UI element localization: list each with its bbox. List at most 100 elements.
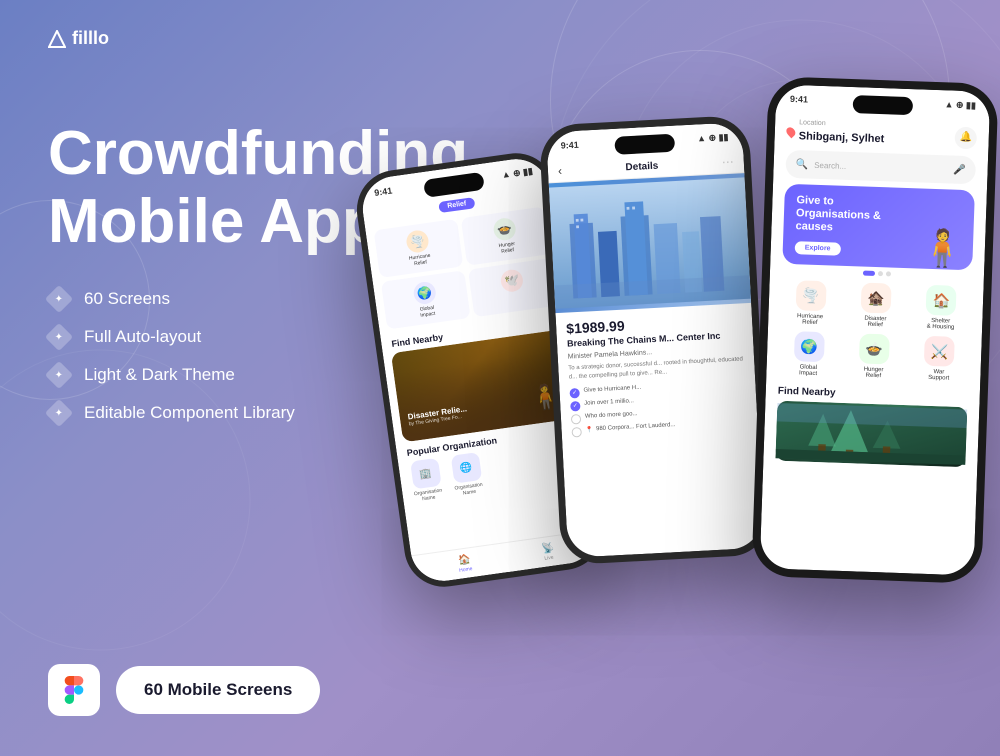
rp-cat-war: ⚔️ WarSupport — [909, 335, 970, 382]
status-time: 9:41 — [790, 94, 808, 105]
location-item: 📍 980 Corpora... Fort Lauderd... — [585, 422, 675, 434]
rp-cat-name-hurricane: HurricaneRelief — [797, 313, 823, 326]
org-item-1: 🏢 Organisation Name — [406, 457, 447, 503]
feature-label-autolayout: Full Auto-layout — [84, 327, 201, 347]
details-title: Details — [568, 157, 716, 176]
rp-cat-icon-global: 🌍 — [794, 331, 825, 362]
check-label-3: Who do more goo... — [585, 411, 638, 420]
phones-mockup-container: 9:41 ▲ ⊕ ▮▮ Relief 🌪️ HurricaneRelief 🍲 … — [360, 20, 1000, 740]
header-spacer: ⋯ — [721, 155, 734, 170]
cat-label-global: GlobalImpact — [419, 305, 436, 319]
back-button-icon[interactable]: ‹ — [558, 164, 563, 178]
cat-icon-hunger: 🍲 — [492, 217, 517, 242]
screens-count-label: 60 Mobile Screens — [144, 680, 292, 699]
location-text: 980 Corpora... Fort Lauderd... — [596, 422, 676, 432]
hero-svg — [549, 173, 752, 313]
org-name-1: Organisation Name — [410, 487, 446, 504]
search-bar[interactable]: 🔍 Search... 🎤 — [785, 150, 976, 185]
diamond-icon-4 — [45, 399, 73, 427]
campaign-description: To a strategic donor, successful d... ro… — [568, 355, 745, 382]
promo-banner: Give to Organisations & causes Explore 🧍 — [782, 184, 975, 271]
rp-cat-name-hunger: HungerRelief — [863, 367, 883, 380]
rp-cat-disaster: 🏚️ DisasterRelief — [845, 282, 906, 329]
phone-middle-content: $1989.99 Breaking The Chains M... Center… — [555, 303, 758, 446]
banner-title: Give to Organisations & causes — [795, 194, 896, 237]
diamond-icon-2 — [45, 323, 73, 351]
phone-right-nearby-image — [775, 401, 967, 468]
cat-icon-war: 🕊️ — [499, 268, 524, 293]
check-label-2: Join over 1 millio... — [584, 398, 634, 407]
phone-middle-hero-image — [549, 173, 752, 313]
brand-logo: filllo — [48, 28, 109, 49]
org-name-2: Organisation Name — [451, 481, 487, 498]
logo-icon — [48, 30, 66, 48]
feature-label-theme: Light & Dark Theme — [84, 365, 235, 385]
phone-right-screen: 9:41 ▲ ⊕ ▮▮ Location Shibganj, Sylhet — [760, 84, 991, 575]
rp-cat-icon-disaster: 🏚️ — [861, 283, 892, 314]
nav-home: 🏠 Home — [457, 554, 473, 574]
cat-war: 🕊️ — [468, 258, 558, 317]
campaign-checklist: ✓ Give to Hurricane H... ✓ Join over 1 m… — [569, 379, 747, 437]
phone-right-mockup: 9:41 ▲ ⊕ ▮▮ Location Shibganj, Sylhet — [751, 76, 998, 584]
phone-middle-mockup: 9:41 ▲ ⊕ ▮▮ ‹ Details ⋯ — [539, 115, 772, 565]
home-nav-icon: 🏠 — [458, 554, 472, 567]
feature-label-components: Editable Component Library — [84, 403, 295, 423]
location-info: Location Shibganj, Sylhet — [786, 119, 884, 147]
phone-middle-notch — [614, 134, 675, 155]
rp-cat-shelter: 🏠 Shelter& Housing — [911, 284, 972, 331]
cat-label-hunger: HungerRelief — [498, 241, 516, 255]
bottom-badges-area: 60 Mobile Screens — [48, 664, 320, 716]
feature-label-screens: 60 Screens — [84, 289, 170, 309]
feature-icon-components — [48, 402, 70, 424]
figma-badge — [48, 664, 100, 716]
org-logo-1: 🏢 — [410, 458, 442, 490]
banner-figure-icon: 🧍 — [919, 227, 965, 271]
logo-text: filllo — [72, 28, 109, 49]
location-icon: 📍 — [585, 426, 593, 433]
diamond-icon-3 — [45, 361, 73, 389]
check-circle-2: ✓ — [570, 401, 581, 412]
feature-icon-theme — [48, 364, 70, 386]
rp-cat-hunger: 🍲 HungerRelief — [844, 333, 905, 380]
rp-cat-hurricane: 🌪️ HurricaneRelief — [780, 280, 841, 327]
location-label: Location — [799, 119, 885, 129]
feature-icon-screens — [48, 288, 70, 310]
phone-middle-screen: 9:41 ▲ ⊕ ▮▮ ‹ Details ⋯ — [546, 122, 764, 558]
org-logo-2: 🌐 — [450, 452, 482, 484]
cat-icon-hurricane: 🌪️ — [405, 229, 430, 254]
dot-1 — [863, 271, 875, 276]
diamond-icon — [45, 285, 73, 313]
rp-cat-icon-hunger: 🍲 — [859, 333, 890, 364]
cat-icon-global: 🌍 — [412, 281, 437, 306]
rp-cat-name-disaster: DisasterRelief — [864, 316, 886, 329]
nearby-image-svg — [775, 401, 967, 468]
rp-cat-name-war: WarSupport — [928, 369, 949, 382]
live-nav-icon: 📡 — [541, 542, 555, 555]
cat-global: 🌍 GlobalImpact — [381, 270, 471, 329]
nav-live-label: Live — [544, 554, 554, 561]
phone-right-categories-grid: 🌪️ HurricaneRelief 🏚️ DisasterRelief 🏠 S… — [766, 275, 984, 388]
cat-hunger: 🍲 HungerRelief — [461, 207, 551, 266]
location-city: Shibganj, Sylhet — [799, 130, 885, 145]
rp-cat-icon-shelter: 🏠 — [926, 285, 957, 316]
nav-home-label: Home — [459, 566, 473, 574]
nav-live: 📡 Live — [541, 542, 556, 562]
search-icon: 🔍 — [796, 159, 809, 170]
dot-2 — [878, 271, 883, 276]
screens-count-badge: 60 Mobile Screens — [116, 666, 320, 714]
rp-cat-icon-hurricane: 🌪️ — [795, 280, 826, 311]
rp-cat-name-global: GlobalImpact — [799, 364, 817, 377]
dot-3 — [886, 271, 891, 276]
search-placeholder: Search... — [814, 160, 846, 170]
rp-cat-global: 🌍 GlobalImpact — [778, 331, 839, 378]
check-circle-3 — [571, 414, 582, 425]
rp-cat-icon-war: ⚔️ — [924, 336, 955, 367]
feature-icon-autolayout — [48, 326, 70, 348]
check-label-1: Give to Hurricane H... — [583, 384, 641, 393]
check-circle-1: ✓ — [569, 388, 580, 399]
notification-button[interactable]: 🔔 — [954, 126, 977, 149]
microphone-icon: 🎤 — [953, 164, 966, 175]
location-pin-icon — [785, 125, 798, 138]
cat-hurricane: 🌪️ HurricaneRelief — [374, 219, 464, 278]
explore-button[interactable]: Explore — [795, 241, 841, 256]
